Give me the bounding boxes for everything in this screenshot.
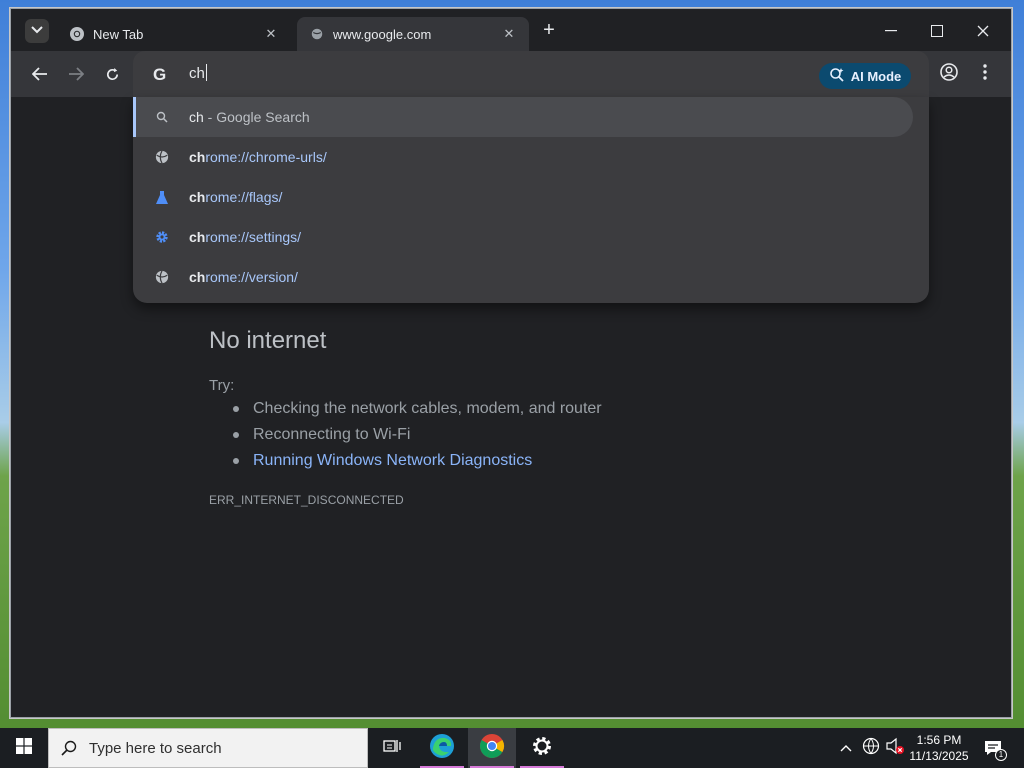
network-tray-button[interactable] [860, 728, 882, 768]
clock-date: 11/13/2025 [909, 749, 969, 763]
network-globe-icon [862, 737, 880, 760]
task-view-button[interactable] [368, 728, 416, 768]
globe-icon [153, 268, 171, 286]
suggestion-text: chrome://settings/ [189, 229, 302, 245]
menu-button[interactable] [973, 62, 997, 86]
suggestion-text: chrome://chrome-urls/ [189, 149, 327, 165]
ai-mode-button[interactable]: AI Mode [819, 63, 911, 89]
edge-taskbar-button[interactable] [418, 728, 466, 768]
tips-list: Checking the network cables, modem, and … [233, 397, 602, 475]
minimize-button[interactable] [879, 19, 903, 43]
more-vert-icon [983, 63, 987, 85]
close-tab-icon[interactable]: ✕ [501, 26, 517, 42]
suggestion-chrome-flags[interactable]: chrome://flags/ [133, 177, 913, 217]
settings-taskbar-button[interactable] [518, 728, 566, 768]
toolbar: G ch AI Mode [11, 51, 1011, 97]
back-button[interactable] [28, 62, 52, 86]
suggestion-text: chrome://version/ [189, 269, 298, 285]
action-center-button[interactable]: 1 [980, 728, 1007, 768]
suggestion-chrome-urls[interactable]: chrome://chrome-urls/ [133, 137, 913, 177]
reload-button[interactable] [100, 62, 124, 86]
search-icon [49, 740, 89, 756]
tab-title: www.google.com [333, 26, 432, 42]
globe-icon [309, 26, 325, 42]
tab-new-tab[interactable]: New Tab ✕ [57, 17, 291, 51]
chrome-icon [479, 733, 505, 764]
account-icon [940, 62, 958, 86]
flask-icon [153, 188, 171, 206]
chrome-icon [69, 26, 85, 42]
suggestion-text: chrome://flags/ [189, 189, 283, 205]
tab-search-button[interactable] [25, 19, 49, 43]
taskbar-search[interactable]: Type here to search [48, 728, 368, 768]
taskbar-search-placeholder: Type here to search [89, 739, 222, 757]
show-hidden-icons-button[interactable] [836, 728, 856, 768]
suggestion-chrome-version[interactable]: chrome://version/ [133, 257, 913, 297]
try-label: Try: [209, 377, 235, 394]
gear-icon [531, 735, 553, 762]
list-item: Reconnecting to Wi-Fi [233, 423, 602, 449]
notification-icon: 1 [983, 739, 1007, 761]
chevron-up-icon [840, 739, 852, 757]
taskbar-clock[interactable]: 1:56 PM 11/13/2025 [902, 732, 976, 764]
maximize-button[interactable] [925, 19, 949, 43]
browser-window: New Tab ✕ www.google.com ✕ + No internet… [10, 8, 1012, 718]
error-code: ERR_INTERNET_DISCONNECTED [209, 493, 404, 507]
profile-button[interactable] [937, 62, 961, 86]
list-item: Checking the network cables, modem, and … [233, 397, 602, 423]
chevron-down-icon [31, 25, 43, 37]
notification-count-badge: 1 [995, 749, 1007, 761]
address-input[interactable]: ch [189, 64, 207, 82]
search-icon [153, 108, 171, 126]
omnibox-suggestions: ch - Google Search chrome://chrome-urls/… [133, 97, 929, 303]
edge-icon [429, 733, 455, 764]
tab-google[interactable]: www.google.com ✕ [297, 17, 529, 51]
globe-icon [153, 148, 171, 166]
ai-search-icon [829, 67, 845, 86]
start-button[interactable] [0, 728, 48, 768]
close-tab-icon[interactable]: ✕ [263, 26, 279, 42]
clock-time: 1:56 PM [916, 733, 962, 747]
suggestion-google-search[interactable]: ch - Google Search [133, 97, 913, 137]
suggestion-text: ch - Google Search [189, 109, 310, 125]
task-view-icon [383, 738, 401, 759]
network-diagnostics-link[interactable]: Running Windows Network Diagnostics [233, 449, 602, 475]
windows-logo-icon [16, 737, 32, 759]
suggestion-chrome-settings[interactable]: chrome://settings/ [133, 217, 913, 257]
page-title: No internet [209, 327, 327, 354]
google-g-icon: G [153, 65, 167, 84]
text-caret [205, 64, 207, 81]
tab-strip: New Tab ✕ www.google.com ✕ + [11, 9, 1011, 51]
address-bar[interactable]: G ch AI Mode [133, 51, 929, 97]
ai-mode-label: AI Mode [850, 68, 902, 84]
new-tab-button[interactable]: + [539, 20, 559, 41]
gear-icon [153, 228, 171, 246]
taskbar: Type here to search 1:56 PM 11/13/2025 1 [0, 728, 1024, 768]
tab-title: New Tab [93, 26, 144, 42]
chrome-taskbar-button[interactable] [468, 728, 516, 768]
forward-button[interactable] [64, 62, 88, 86]
close-window-button[interactable] [971, 19, 995, 43]
